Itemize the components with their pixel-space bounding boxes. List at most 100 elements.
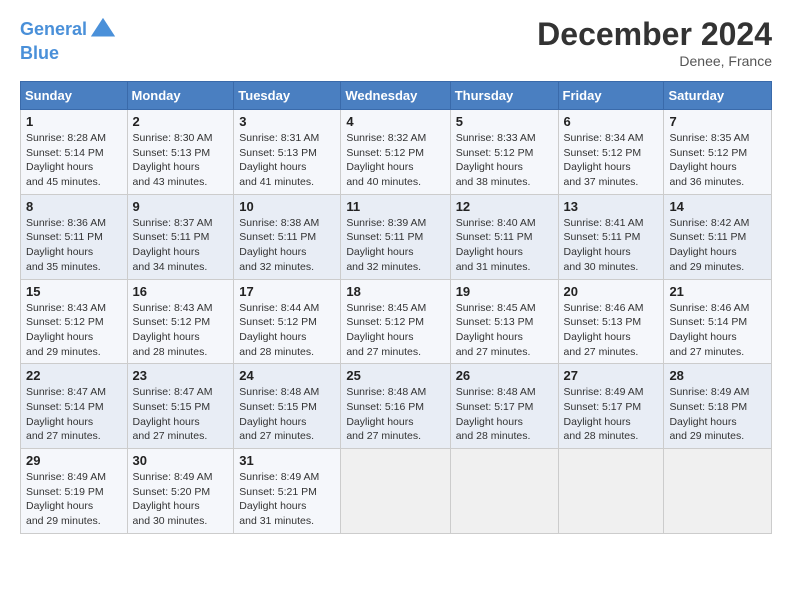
calendar-week-row: 1 Sunrise: 8:28 AM Sunset: 5:14 PM Dayli… bbox=[21, 110, 772, 195]
day-info: Sunrise: 8:48 AM Sunset: 5:17 PM Dayligh… bbox=[456, 385, 553, 444]
month-title: December 2024 bbox=[537, 16, 772, 53]
weekday-header: Tuesday bbox=[234, 82, 341, 110]
day-number: 4 bbox=[346, 114, 444, 129]
day-info: Sunrise: 8:35 AM Sunset: 5:12 PM Dayligh… bbox=[669, 131, 766, 190]
weekday-header: Thursday bbox=[450, 82, 558, 110]
calendar-table: SundayMondayTuesdayWednesdayThursdayFrid… bbox=[20, 81, 772, 534]
day-info: Sunrise: 8:39 AM Sunset: 5:11 PM Dayligh… bbox=[346, 216, 444, 275]
day-number: 25 bbox=[346, 368, 444, 383]
day-number: 17 bbox=[239, 284, 335, 299]
calendar-cell: 15 Sunrise: 8:43 AM Sunset: 5:12 PM Dayl… bbox=[21, 279, 128, 364]
calendar-week-row: 8 Sunrise: 8:36 AM Sunset: 5:11 PM Dayli… bbox=[21, 194, 772, 279]
day-info: Sunrise: 8:38 AM Sunset: 5:11 PM Dayligh… bbox=[239, 216, 335, 275]
day-number: 18 bbox=[346, 284, 444, 299]
calendar-cell: 24 Sunrise: 8:48 AM Sunset: 5:15 PM Dayl… bbox=[234, 364, 341, 449]
day-number: 21 bbox=[669, 284, 766, 299]
day-number: 19 bbox=[456, 284, 553, 299]
calendar-cell: 19 Sunrise: 8:45 AM Sunset: 5:13 PM Dayl… bbox=[450, 279, 558, 364]
calendar-cell: 31 Sunrise: 8:49 AM Sunset: 5:21 PM Dayl… bbox=[234, 449, 341, 534]
day-info: Sunrise: 8:33 AM Sunset: 5:12 PM Dayligh… bbox=[456, 131, 553, 190]
day-info: Sunrise: 8:37 AM Sunset: 5:11 PM Dayligh… bbox=[133, 216, 229, 275]
day-info: Sunrise: 8:49 AM Sunset: 5:18 PM Dayligh… bbox=[669, 385, 766, 444]
logo: General Blue bbox=[20, 16, 117, 64]
calendar-cell: 17 Sunrise: 8:44 AM Sunset: 5:12 PM Dayl… bbox=[234, 279, 341, 364]
calendar-cell: 7 Sunrise: 8:35 AM Sunset: 5:12 PM Dayli… bbox=[664, 110, 772, 195]
calendar-cell: 30 Sunrise: 8:49 AM Sunset: 5:20 PM Dayl… bbox=[127, 449, 234, 534]
page: General Blue December 2024 Denee, France… bbox=[0, 0, 792, 544]
day-info: Sunrise: 8:47 AM Sunset: 5:14 PM Dayligh… bbox=[26, 385, 122, 444]
weekday-header: Wednesday bbox=[341, 82, 450, 110]
header: General Blue December 2024 Denee, France bbox=[20, 16, 772, 69]
calendar-cell: 25 Sunrise: 8:48 AM Sunset: 5:16 PM Dayl… bbox=[341, 364, 450, 449]
day-info: Sunrise: 8:49 AM Sunset: 5:19 PM Dayligh… bbox=[26, 470, 122, 529]
calendar-cell: 16 Sunrise: 8:43 AM Sunset: 5:12 PM Dayl… bbox=[127, 279, 234, 364]
day-info: Sunrise: 8:48 AM Sunset: 5:15 PM Dayligh… bbox=[239, 385, 335, 444]
calendar-cell: 26 Sunrise: 8:48 AM Sunset: 5:17 PM Dayl… bbox=[450, 364, 558, 449]
day-info: Sunrise: 8:46 AM Sunset: 5:13 PM Dayligh… bbox=[564, 301, 659, 360]
weekday-header: Saturday bbox=[664, 82, 772, 110]
day-number: 30 bbox=[133, 453, 229, 468]
calendar-cell: 1 Sunrise: 8:28 AM Sunset: 5:14 PM Dayli… bbox=[21, 110, 128, 195]
calendar-cell: 10 Sunrise: 8:38 AM Sunset: 5:11 PM Dayl… bbox=[234, 194, 341, 279]
calendar-cell: 3 Sunrise: 8:31 AM Sunset: 5:13 PM Dayli… bbox=[234, 110, 341, 195]
day-info: Sunrise: 8:42 AM Sunset: 5:11 PM Dayligh… bbox=[669, 216, 766, 275]
day-number: 26 bbox=[456, 368, 553, 383]
day-info: Sunrise: 8:45 AM Sunset: 5:12 PM Dayligh… bbox=[346, 301, 444, 360]
calendar-cell bbox=[341, 449, 450, 534]
day-number: 28 bbox=[669, 368, 766, 383]
calendar-cell: 23 Sunrise: 8:47 AM Sunset: 5:15 PM Dayl… bbox=[127, 364, 234, 449]
day-number: 2 bbox=[133, 114, 229, 129]
day-number: 27 bbox=[564, 368, 659, 383]
day-number: 1 bbox=[26, 114, 122, 129]
calendar-cell: 20 Sunrise: 8:46 AM Sunset: 5:13 PM Dayl… bbox=[558, 279, 664, 364]
calendar-cell: 21 Sunrise: 8:46 AM Sunset: 5:14 PM Dayl… bbox=[664, 279, 772, 364]
day-number: 15 bbox=[26, 284, 122, 299]
day-info: Sunrise: 8:48 AM Sunset: 5:16 PM Dayligh… bbox=[346, 385, 444, 444]
calendar-cell: 2 Sunrise: 8:30 AM Sunset: 5:13 PM Dayli… bbox=[127, 110, 234, 195]
weekday-header-row: SundayMondayTuesdayWednesdayThursdayFrid… bbox=[21, 82, 772, 110]
day-number: 9 bbox=[133, 199, 229, 214]
day-number: 13 bbox=[564, 199, 659, 214]
day-number: 10 bbox=[239, 199, 335, 214]
calendar-week-row: 15 Sunrise: 8:43 AM Sunset: 5:12 PM Dayl… bbox=[21, 279, 772, 364]
day-number: 31 bbox=[239, 453, 335, 468]
calendar-cell bbox=[558, 449, 664, 534]
day-info: Sunrise: 8:49 AM Sunset: 5:21 PM Dayligh… bbox=[239, 470, 335, 529]
logo-subtext: Blue bbox=[20, 44, 117, 64]
day-info: Sunrise: 8:34 AM Sunset: 5:12 PM Dayligh… bbox=[564, 131, 659, 190]
calendar-cell: 5 Sunrise: 8:33 AM Sunset: 5:12 PM Dayli… bbox=[450, 110, 558, 195]
day-info: Sunrise: 8:43 AM Sunset: 5:12 PM Dayligh… bbox=[133, 301, 229, 360]
day-info: Sunrise: 8:30 AM Sunset: 5:13 PM Dayligh… bbox=[133, 131, 229, 190]
location: Denee, France bbox=[537, 53, 772, 69]
day-number: 8 bbox=[26, 199, 122, 214]
calendar-week-row: 29 Sunrise: 8:49 AM Sunset: 5:19 PM Dayl… bbox=[21, 449, 772, 534]
day-info: Sunrise: 8:44 AM Sunset: 5:12 PM Dayligh… bbox=[239, 301, 335, 360]
calendar-week-row: 22 Sunrise: 8:47 AM Sunset: 5:14 PM Dayl… bbox=[21, 364, 772, 449]
calendar-cell: 11 Sunrise: 8:39 AM Sunset: 5:11 PM Dayl… bbox=[341, 194, 450, 279]
day-number: 11 bbox=[346, 199, 444, 214]
day-number: 29 bbox=[26, 453, 122, 468]
day-number: 22 bbox=[26, 368, 122, 383]
day-info: Sunrise: 8:45 AM Sunset: 5:13 PM Dayligh… bbox=[456, 301, 553, 360]
calendar-cell: 14 Sunrise: 8:42 AM Sunset: 5:11 PM Dayl… bbox=[664, 194, 772, 279]
day-info: Sunrise: 8:31 AM Sunset: 5:13 PM Dayligh… bbox=[239, 131, 335, 190]
weekday-header: Monday bbox=[127, 82, 234, 110]
day-number: 20 bbox=[564, 284, 659, 299]
calendar-cell: 28 Sunrise: 8:49 AM Sunset: 5:18 PM Dayl… bbox=[664, 364, 772, 449]
title-area: December 2024 Denee, France bbox=[537, 16, 772, 69]
weekday-header: Sunday bbox=[21, 82, 128, 110]
calendar-cell: 22 Sunrise: 8:47 AM Sunset: 5:14 PM Dayl… bbox=[21, 364, 128, 449]
day-number: 12 bbox=[456, 199, 553, 214]
day-number: 7 bbox=[669, 114, 766, 129]
day-info: Sunrise: 8:32 AM Sunset: 5:12 PM Dayligh… bbox=[346, 131, 444, 190]
calendar-cell bbox=[450, 449, 558, 534]
day-number: 16 bbox=[133, 284, 229, 299]
day-info: Sunrise: 8:40 AM Sunset: 5:11 PM Dayligh… bbox=[456, 216, 553, 275]
day-info: Sunrise: 8:41 AM Sunset: 5:11 PM Dayligh… bbox=[564, 216, 659, 275]
logo-icon bbox=[89, 16, 117, 44]
day-info: Sunrise: 8:49 AM Sunset: 5:17 PM Dayligh… bbox=[564, 385, 659, 444]
day-number: 3 bbox=[239, 114, 335, 129]
day-info: Sunrise: 8:36 AM Sunset: 5:11 PM Dayligh… bbox=[26, 216, 122, 275]
logo-text: General bbox=[20, 20, 87, 40]
day-number: 6 bbox=[564, 114, 659, 129]
